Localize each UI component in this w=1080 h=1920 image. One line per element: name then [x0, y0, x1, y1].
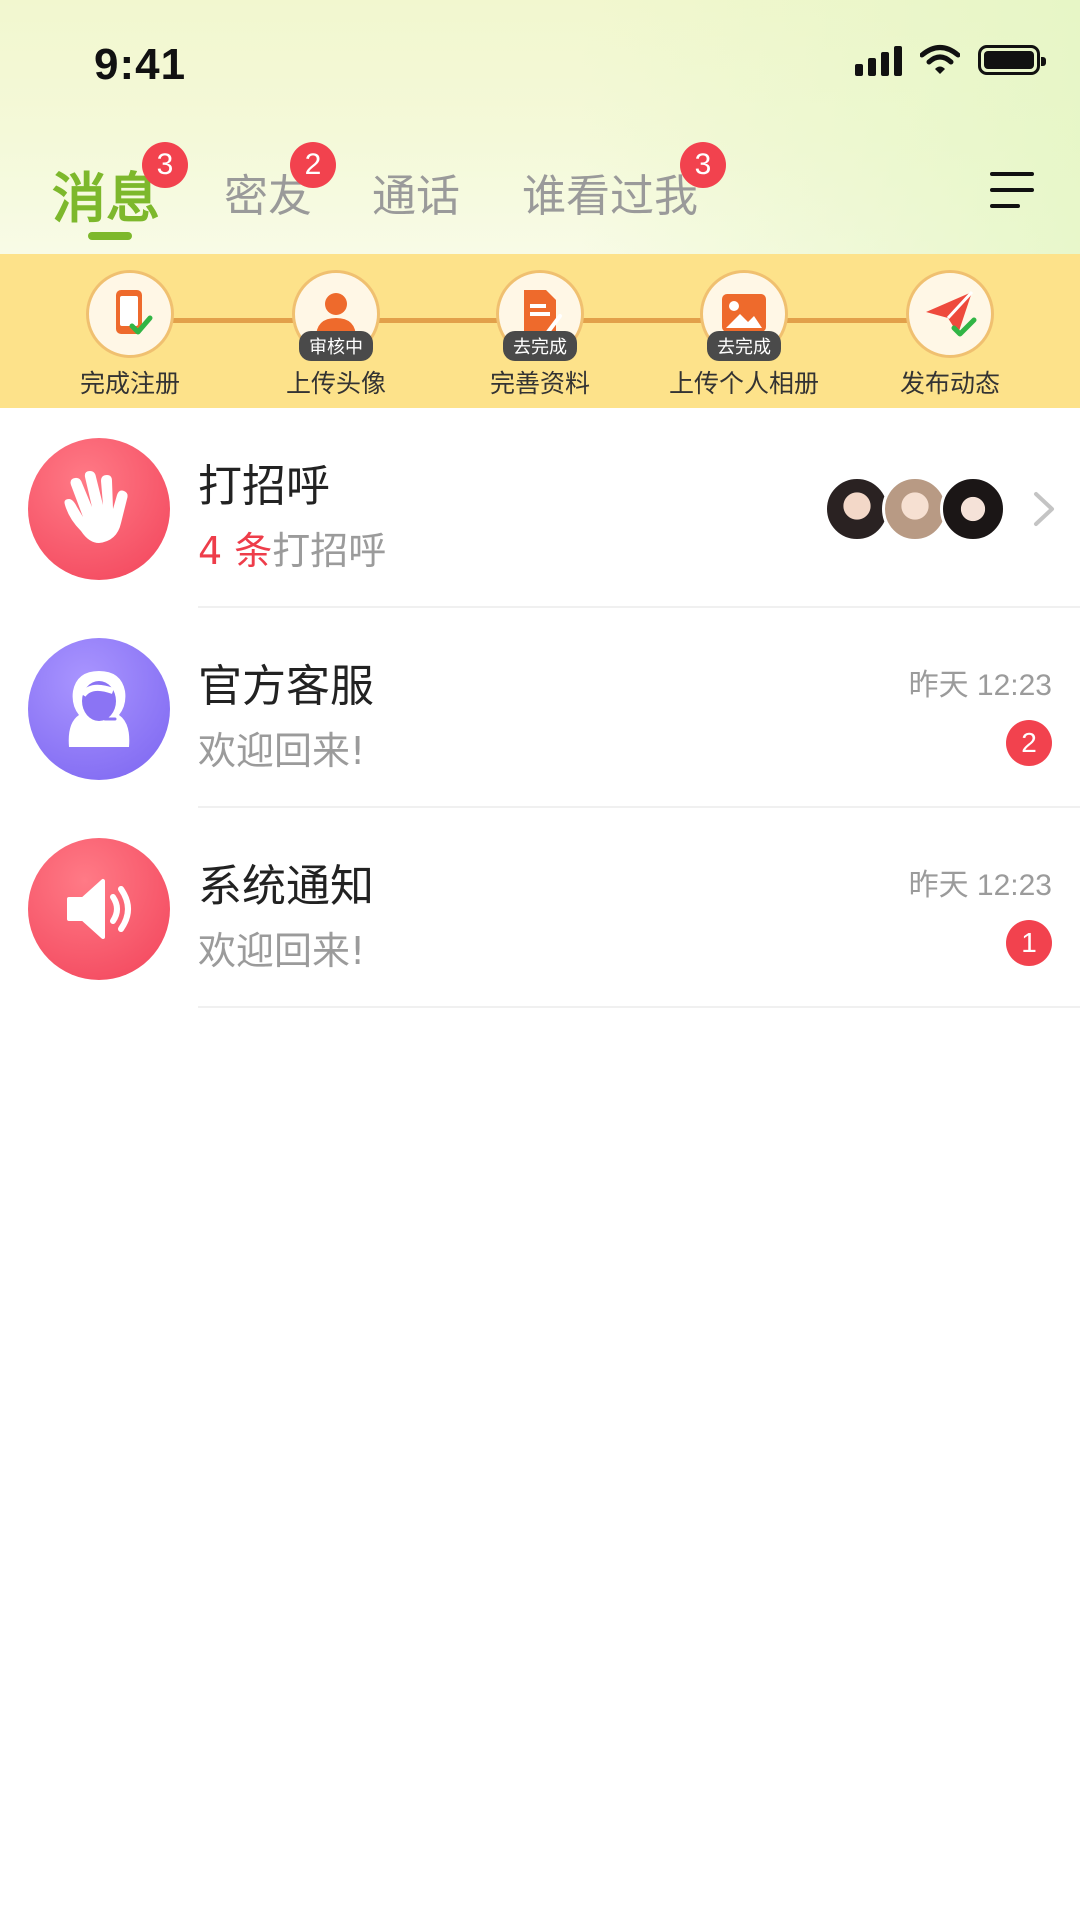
signal-icon: [855, 44, 902, 76]
tab-messages-badge: 3: [142, 142, 188, 188]
person-icon: 审核中: [292, 270, 380, 361]
phone-check-icon: [86, 270, 174, 358]
step-label: 完善资料: [489, 369, 590, 398]
step-post[interactable]: 发布动态: [850, 270, 1050, 400]
battery-icon: [978, 45, 1046, 75]
status-icons: [855, 44, 1046, 76]
tab-friends-badge: 2: [290, 142, 336, 188]
avatar: [940, 476, 1006, 542]
menu-icon[interactable]: [990, 172, 1034, 210]
message-time: 昨天 12:23: [908, 669, 1052, 702]
greeting-count: 4 条: [198, 529, 273, 573]
status-time: 9:41: [94, 40, 187, 89]
wifi-icon: [920, 45, 960, 74]
tab-visitors[interactable]: 谁看过我: [522, 160, 698, 224]
message-time: 昨天 12:23: [908, 869, 1052, 902]
avatar: [882, 476, 948, 542]
step-label: 上传头像: [285, 369, 386, 398]
step-label: 上传个人相册: [668, 369, 819, 398]
unread-count-badge: 2: [1006, 720, 1052, 766]
step-status-tag: 去完成: [707, 331, 781, 361]
speaker-icon: [28, 838, 170, 980]
tab-calls[interactable]: 通话: [372, 160, 460, 224]
divider: [198, 1006, 1080, 1008]
profile-progress-banner: 完成注册 审核中 上传头像 去完成 完善资料 去完成 上传个人相册 发布动态: [0, 254, 1080, 408]
step-label: 完成注册: [79, 369, 180, 398]
greeting-avatars: [824, 476, 1006, 542]
paper-plane-check-icon: [906, 270, 994, 358]
conversation-title: 打招呼: [198, 461, 330, 512]
unread-count-badge: 1: [1006, 920, 1052, 966]
conversation-preview: 欢迎回来!: [198, 729, 366, 773]
list-item-greetings[interactable]: 打招呼 4 条打招呼: [0, 408, 1080, 608]
step-status-tag: 去完成: [503, 331, 577, 361]
conversation-list: 打招呼 4 条打招呼 官方客服 欢迎回来! 昨天 12:23 2 系统通知 欢迎…: [0, 408, 1080, 1008]
greeting-text: 打招呼: [272, 529, 387, 573]
conversation-preview: 欢迎回来!: [198, 929, 366, 973]
tab-visitors-badge: 3: [680, 142, 726, 188]
photo-icon: 去完成: [700, 270, 788, 361]
conversation-title: 官方客服: [198, 661, 374, 712]
step-avatar[interactable]: 审核中 上传头像: [236, 270, 436, 400]
messages-screen: 9:41 消息 3 密友 2 通话 谁看过我 3 完成注册 审核中 上传头像 去…: [0, 0, 1080, 1920]
list-item-customer-service[interactable]: 官方客服 欢迎回来! 昨天 12:23 2: [0, 608, 1080, 808]
document-edit-icon: 去完成: [496, 270, 584, 361]
step-label: 发布动态: [899, 369, 1000, 398]
list-item-system-notice[interactable]: 系统通知 欢迎回来! 昨天 12:23 1: [0, 808, 1080, 1008]
step-profile[interactable]: 去完成 完善资料: [440, 270, 640, 400]
wave-hand-icon: [28, 438, 170, 580]
avatar: [824, 476, 890, 542]
step-register[interactable]: 完成注册: [30, 270, 230, 400]
step-status-tag: 审核中: [299, 331, 373, 361]
active-tab-indicator: [88, 232, 132, 240]
top-tabs: 消息 3 密友 2 通话 谁看过我 3: [0, 142, 1080, 250]
conversation-title: 系统通知: [198, 861, 374, 912]
customer-service-icon: [28, 638, 170, 780]
conversation-preview: 4 条打招呼: [198, 520, 386, 575]
chevron-right-icon: [1034, 492, 1054, 526]
step-album[interactable]: 去完成 上传个人相册: [644, 270, 844, 400]
